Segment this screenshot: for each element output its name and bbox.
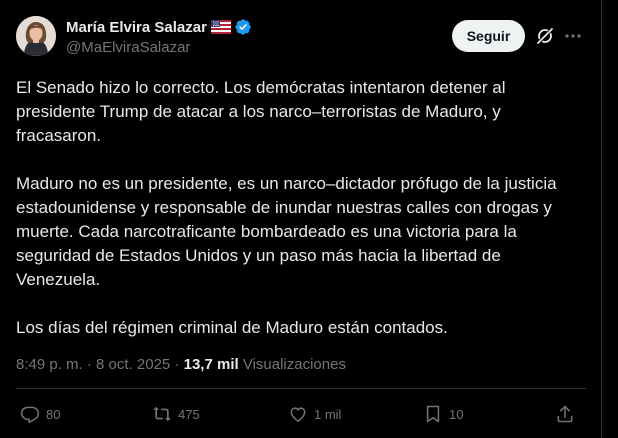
reply-icon xyxy=(20,406,40,424)
verified-badge-icon[interactable] xyxy=(234,18,252,36)
bookmark-button[interactable]: 10 xyxy=(423,402,463,426)
like-count: 1 mil xyxy=(314,406,342,422)
share-button[interactable] xyxy=(555,402,575,426)
grok-icon[interactable] xyxy=(535,26,555,46)
author-handle[interactable]: @MaElviraSalazar xyxy=(66,39,252,56)
repost-button[interactable]: 475 xyxy=(152,402,200,426)
avatar[interactable] xyxy=(16,16,56,56)
tweet-text: El Senado hizo lo correcto. Los demócrat… xyxy=(16,76,586,340)
views-label: Visualizaciones xyxy=(242,356,346,373)
meta-separator: · xyxy=(86,356,92,373)
action-bar: 80 475 1 mil 10 xyxy=(0,402,601,426)
tweet-time[interactable]: 8:49 p. m. xyxy=(16,356,83,373)
views-count: 13,7 mil xyxy=(183,356,239,373)
like-button[interactable]: 1 mil xyxy=(288,402,341,426)
tweet-paragraph: Maduro no es un presidente, es un narco–… xyxy=(16,174,557,289)
reply-count: 80 xyxy=(46,406,61,422)
avatar-image xyxy=(16,16,56,56)
like-icon xyxy=(290,407,306,422)
reply-button[interactable]: 80 xyxy=(20,402,60,426)
us-flag-icon xyxy=(210,20,231,34)
more-icon[interactable] xyxy=(563,26,583,46)
author-block: María Elvira Salazar @MaElviraSalazar xyxy=(66,17,252,56)
author-name-row: María Elvira Salazar xyxy=(66,17,252,37)
column-border xyxy=(601,0,602,438)
author-name[interactable]: María Elvira Salazar xyxy=(66,19,207,36)
tweet-paragraph: Los días del régimen criminal de Maduro … xyxy=(16,318,448,337)
bookmark-icon xyxy=(426,405,440,423)
meta-separator: · xyxy=(174,356,180,373)
bookmark-count: 10 xyxy=(449,406,464,422)
tweet-paragraph: El Senado hizo lo correcto. Los demócrat… xyxy=(16,78,506,145)
tweet-meta: 8:49 p. m. · 8 oct. 2025 · 13,7 mil Visu… xyxy=(16,355,346,375)
tweet-date[interactable]: 8 oct. 2025 xyxy=(96,356,170,373)
repost-count: 475 xyxy=(178,406,200,422)
divider xyxy=(16,388,586,389)
repost-icon xyxy=(153,406,171,422)
follow-button[interactable]: Seguir xyxy=(452,20,525,52)
share-icon xyxy=(557,405,573,423)
tweet: María Elvira Salazar @MaElviraSalazar Se… xyxy=(0,0,601,438)
